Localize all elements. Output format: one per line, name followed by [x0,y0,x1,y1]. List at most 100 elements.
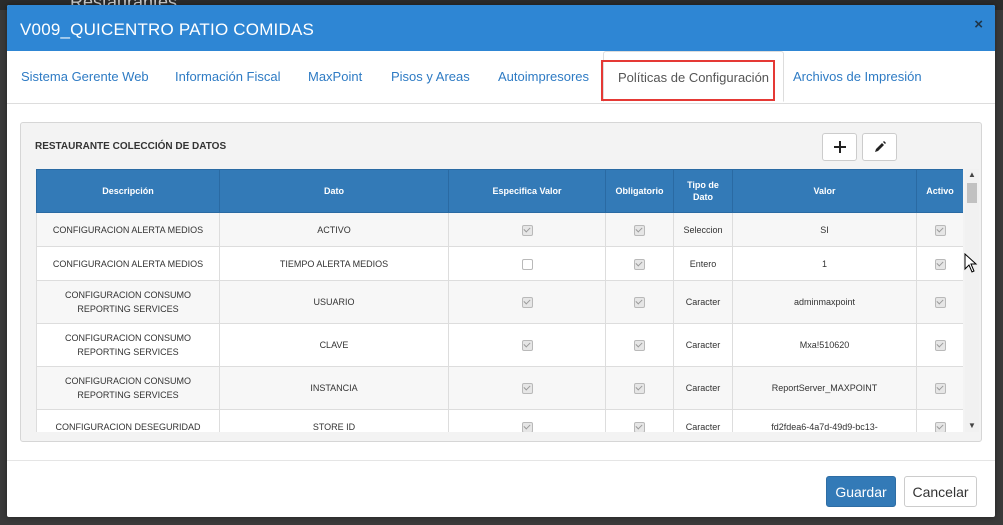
scroll-down-arrow-icon[interactable]: ▼ [965,420,979,432]
scroll-thumb[interactable] [967,183,977,203]
cell-dato: CLAVE [219,323,449,367]
cell-obligatorio [605,280,674,324]
tab-politicas-de-configuracion[interactable]: Políticas de Configuración [603,51,785,102]
obligatorio-checkbox[interactable] [634,258,645,270]
cell-descripcion: CONFIGURACION ALERTA MEDIOS [36,246,220,281]
save-button[interactable]: Guardar [826,476,896,507]
cell-descripcion: CONFIGURACION CONSUMO REPORTING SERVICES [36,280,220,324]
add-button[interactable] [822,133,857,161]
tab-sistema-gerente-web[interactable]: Sistema Gerente Web [21,69,149,84]
footer-divider [7,460,995,461]
modal-title: V009_QUICENTRO PATIO COMIDAS [20,20,315,39]
table-row[interactable]: CONFIGURACION DESEGURIDAD STORE ID Carac… [36,409,963,432]
obligatorio-checkbox[interactable] [634,421,645,432]
cell-valor: fd2fdea6-4a7d-49d9-bc13- [732,409,917,432]
cancel-button[interactable]: Cancelar [904,476,977,507]
data-collection-panel: RESTAURANTE COLECCIÓN DE DATOS Descripci… [20,122,982,442]
especifica-valor-checkbox[interactable] [521,297,533,309]
header-dato[interactable]: Dato [219,169,449,213]
cell-valor: SI [732,212,917,247]
cell-valor: ReportServer_MAXPOINT [732,366,917,410]
especifica-valor-checkbox[interactable] [521,258,533,270]
activo-checkbox[interactable] [934,421,946,432]
cell-activo [916,280,963,324]
cell-descripcion: CONFIGURACION CONSUMO REPORTING SERVICES [36,366,220,410]
cell-descripcion: CONFIGURACION ALERTA MEDIOS [36,212,220,247]
cell-tipo: Entero [673,246,733,281]
obligatorio-checkbox[interactable] [634,224,645,236]
header-descripcion[interactable]: Descripción [36,169,220,213]
edit-button[interactable] [862,133,897,161]
cell-tipo: Caracter [673,366,733,410]
cell-activo [916,409,963,432]
pencil-icon [874,141,886,152]
cell-dato: TIEMPO ALERTA MEDIOS [219,246,449,281]
cell-obligatorio [605,246,674,281]
header-valor[interactable]: Valor [732,169,917,213]
panel-title: RESTAURANTE COLECCIÓN DE DATOS [35,141,227,152]
tab-informacion-fiscal[interactable]: Información Fiscal [175,69,280,84]
especifica-valor-checkbox[interactable] [521,224,533,236]
cell-dato: USUARIO [219,280,449,324]
activo-checkbox[interactable] [934,224,946,236]
cell-activo [916,366,963,410]
especifica-valor-checkbox[interactable] [521,340,533,352]
cell-tipo: Caracter [673,280,733,324]
obligatorio-checkbox[interactable] [634,340,645,352]
cell-especifica-valor [448,366,606,410]
cell-valor: 1 [732,246,917,281]
restaurant-config-modal: V009_QUICENTRO PATIO COMIDAS × Sistema G… [7,5,995,517]
activo-checkbox[interactable] [934,340,946,352]
table-row[interactable]: CONFIGURACION ALERTA MEDIOS TIEMPO ALERT… [36,246,963,281]
activo-checkbox[interactable] [934,297,946,309]
tab-autoimpresores[interactable]: Autoimpresores [498,69,589,84]
cell-especifica-valor [448,409,606,432]
obligatorio-checkbox[interactable] [634,383,645,395]
cell-descripcion: CONFIGURACION DESEGURIDAD [36,409,220,432]
close-icon[interactable]: × [974,16,983,33]
tab-maxpoint[interactable]: MaxPoint [308,69,362,84]
especifica-valor-checkbox[interactable] [521,421,533,432]
cell-descripcion: CONFIGURACION CONSUMO REPORTING SERVICES [36,323,220,367]
header-obligatorio[interactable]: Obligatorio [605,169,674,213]
cell-dato: ACTIVO [219,212,449,247]
cell-obligatorio [605,409,674,432]
cell-tipo: Caracter [673,323,733,367]
cell-especifica-valor [448,212,606,247]
cell-obligatorio [605,366,674,410]
header-tipo-de-dato[interactable]: Tipo de Dato [673,169,733,213]
cell-obligatorio [605,323,674,367]
mouse-cursor-icon [964,253,978,273]
tab-bar: Sistema Gerente Web Información Fiscal M… [7,51,995,104]
config-table: Descripción Dato Especifica Valor Obliga… [36,169,963,432]
table-body: CONFIGURACION ALERTA MEDIOS ACTIVO Selec… [36,212,963,432]
tab-pisos-y-areas[interactable]: Pisos y Areas [391,69,470,84]
activo-checkbox[interactable] [934,383,946,395]
cell-activo [916,323,963,367]
cell-tipo: Caracter [673,409,733,432]
cell-activo [916,212,963,247]
plus-icon [833,141,846,153]
cell-valor: Mxa!510620 [732,323,917,367]
cell-especifica-valor [448,280,606,324]
header-activo[interactable]: Activo [916,169,963,213]
obligatorio-checkbox[interactable] [634,297,645,309]
table-scrollbar[interactable]: ▲ ▼ [965,169,979,432]
cell-tipo: Seleccion [673,212,733,247]
tab-archivos-de-impresion[interactable]: Archivos de Impresión [793,69,922,84]
cell-dato: STORE ID [219,409,449,432]
cell-valor: adminmaxpoint [732,280,917,324]
config-table-container: Descripción Dato Especifica Valor Obliga… [36,169,963,432]
activo-checkbox[interactable] [934,258,946,270]
modal-header: V009_QUICENTRO PATIO COMIDAS × [7,5,995,51]
especifica-valor-checkbox[interactable] [521,383,533,395]
cell-especifica-valor [448,323,606,367]
header-especifica-valor[interactable]: Especifica Valor [448,169,606,213]
cell-obligatorio [605,212,674,247]
table-row[interactable]: CONFIGURACION CONSUMO REPORTING SERVICES… [36,280,963,324]
table-row[interactable]: CONFIGURACION CONSUMO REPORTING SERVICES… [36,323,963,367]
scroll-up-arrow-icon[interactable]: ▲ [965,169,979,181]
table-row[interactable]: CONFIGURACION CONSUMO REPORTING SERVICES… [36,366,963,410]
table-row[interactable]: CONFIGURACION ALERTA MEDIOS ACTIVO Selec… [36,212,963,247]
cell-activo [916,246,963,281]
